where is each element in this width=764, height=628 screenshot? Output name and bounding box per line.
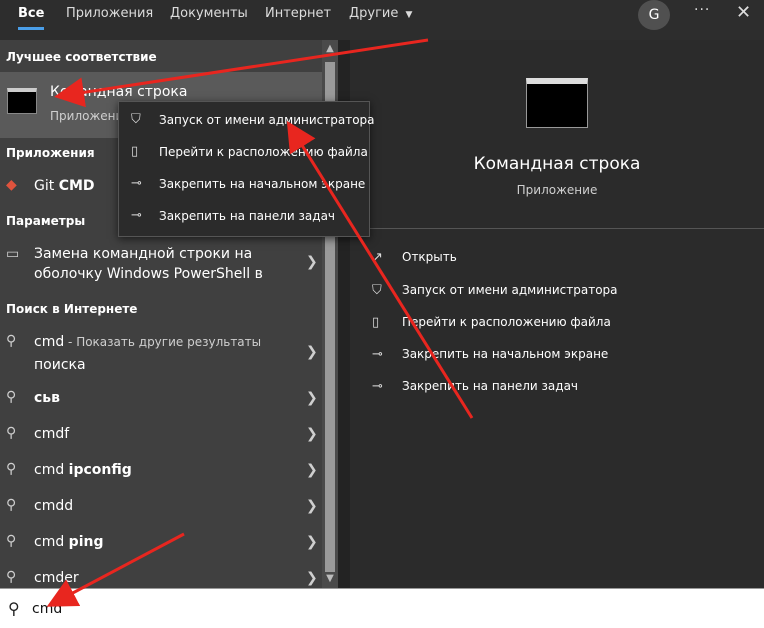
web-result-text: cmd — [34, 534, 69, 550]
chevron-right-icon[interactable]: ❯ — [306, 254, 318, 270]
pin-icon: ⊸ — [372, 379, 383, 394]
menu-item-pin-to-start[interactable]: ⊸ Закрепить на начальном экране — [119, 170, 369, 200]
preview-panel: Командная строка Приложение ↗ Открыть ⛉ … — [350, 40, 764, 588]
command-prompt-icon — [7, 88, 37, 114]
search-icon: ⚲ — [6, 533, 17, 549]
best-match-title: Командная строка — [50, 84, 188, 100]
web-result-bold: сьв — [34, 390, 61, 406]
tab-documents[interactable]: Документы — [170, 0, 248, 30]
search-icon: ⚲ — [6, 389, 17, 405]
git-icon: ◆ — [6, 177, 17, 193]
search-icon: ⚲ — [6, 425, 17, 441]
search-icon: ⚲ — [6, 569, 17, 585]
chevron-right-icon[interactable]: ❯ — [306, 426, 318, 442]
action-label: Запуск от имени администратора — [402, 283, 618, 297]
settings-line-1: Замена командной строки на — [34, 246, 253, 262]
settings-line-2: оболочку Windows PowerShell в — [34, 266, 263, 282]
settings-list-icon: ▭ — [6, 246, 20, 262]
filter-tabs-bar: Все Приложения Документы Интернет Другие… — [0, 0, 764, 40]
file-location-icon: ▯ — [131, 144, 139, 159]
action-label: Закрепить на панели задач — [402, 379, 579, 393]
menu-item-run-as-admin[interactable]: ⛉ Запуск от имени администратора — [119, 106, 375, 136]
divider — [350, 228, 764, 229]
close-icon[interactable]: ✕ — [736, 2, 751, 23]
web-result-text: cmd — [34, 334, 65, 350]
section-best-match: Лучшее соответствие — [6, 50, 157, 64]
web-result-cmder[interactable]: ⚲ cmder ❯ — [0, 560, 322, 588]
pin-icon: ⊸ — [131, 176, 142, 191]
chevron-down-icon: ▼ — [405, 10, 413, 20]
action-label: Перейти к расположению файла — [402, 315, 611, 329]
user-avatar[interactable]: G — [638, 0, 670, 30]
web-result-bold: ping — [68, 534, 104, 550]
app-result-prefix: Git — [34, 178, 59, 194]
search-bar: ⚲ — [0, 588, 764, 628]
web-result-text: cmder — [34, 570, 79, 586]
web-result-cmd-ping[interactable]: ⚲ cmd ping ❯ — [0, 524, 322, 558]
file-location-icon: ▯ — [372, 315, 380, 330]
app-result-bold: CMD — [58, 178, 95, 194]
web-result-suffix-2: поиска — [34, 357, 86, 373]
tab-more[interactable]: Другие ▼ — [349, 0, 412, 30]
chevron-right-icon[interactable]: ❯ — [306, 570, 318, 586]
action-label: Открыть — [402, 250, 457, 264]
menu-item-label: Закрепить на начальном экране — [159, 177, 366, 191]
preview-subtitle: Приложение — [516, 183, 598, 197]
section-apps: Приложения — [6, 146, 95, 160]
chevron-right-icon[interactable]: ❯ — [306, 344, 318, 360]
web-result-suffix: - Показать другие результаты — [64, 335, 262, 349]
menu-item-label: Перейти к расположению файла — [159, 145, 368, 159]
preview-title: Командная строка — [473, 154, 641, 174]
scroll-up-icon[interactable]: ▲ — [324, 43, 336, 55]
search-input[interactable] — [32, 597, 732, 621]
tab-more-label: Другие — [349, 6, 399, 21]
shield-icon: ⛉ — [372, 283, 382, 298]
web-result-cmdd[interactable]: ⚲ cmdd ❯ — [0, 488, 322, 522]
search-icon: ⚲ — [6, 333, 17, 349]
settings-result-powershell[interactable]: ▭ Замена командной строки на оболочку Wi… — [0, 238, 322, 290]
open-icon: ↗ — [372, 250, 383, 265]
menu-item-open-file-location[interactable]: ▯ Перейти к расположению файла — [119, 138, 369, 168]
action-label: Закрепить на начальном экране — [402, 347, 609, 361]
section-settings: Параметры — [6, 214, 86, 228]
web-result-cmdf[interactable]: ⚲ cmdf ❯ — [0, 416, 322, 450]
section-web-search: Поиск в Интернете — [6, 302, 138, 316]
tab-web[interactable]: Интернет — [265, 0, 331, 30]
web-result-text: cmd — [34, 462, 69, 478]
more-options-icon[interactable]: ··· — [694, 2, 710, 18]
pin-icon: ⊸ — [372, 347, 383, 362]
command-prompt-icon — [526, 78, 588, 128]
menu-item-label: Закрепить на панели задач — [159, 209, 336, 223]
search-icon: ⚲ — [6, 497, 17, 513]
menu-item-pin-to-taskbar[interactable]: ⊸ Закрепить на панели задач — [119, 202, 369, 232]
web-result-bold: ipconfig — [68, 462, 132, 478]
context-menu: ⛉ Запуск от имени администратора ▯ Перей… — [118, 101, 375, 237]
web-result-cmd[interactable]: ⚲ cmd - Показать другие результаты поиск… — [0, 328, 322, 376]
web-result-syv[interactable]: ⚲ сьв ❯ — [0, 380, 322, 414]
search-icon: ⚲ — [6, 461, 17, 477]
web-result-text: cmdf — [34, 426, 70, 442]
chevron-right-icon[interactable]: ❯ — [306, 534, 318, 550]
web-result-text: cmdd — [34, 498, 74, 514]
menu-item-label: Запуск от имени администратора — [159, 113, 375, 127]
scroll-down-icon[interactable]: ▼ — [324, 573, 336, 585]
tab-all[interactable]: Все — [18, 0, 45, 30]
chevron-right-icon[interactable]: ❯ — [306, 498, 318, 514]
pin-icon: ⊸ — [131, 208, 142, 223]
chevron-right-icon[interactable]: ❯ — [306, 390, 318, 406]
search-icon: ⚲ — [8, 599, 20, 618]
shield-icon: ⛉ — [131, 112, 141, 127]
tab-apps[interactable]: Приложения — [66, 0, 153, 30]
chevron-right-icon[interactable]: ❯ — [306, 462, 318, 478]
web-result-cmd-ipconfig[interactable]: ⚲ cmd ipconfig ❯ — [0, 452, 322, 486]
windows-search-window: Все Приложения Документы Интернет Другие… — [0, 0, 764, 628]
